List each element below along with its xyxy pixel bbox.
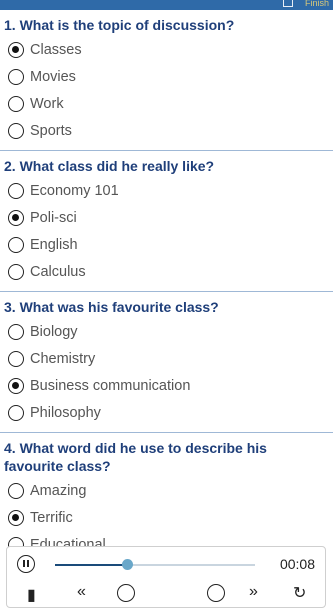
option-label: Biology: [30, 323, 78, 340]
radio-button[interactable]: [8, 209, 24, 226]
option-label: Economy 101: [30, 182, 119, 199]
option-label: Calculus: [30, 263, 86, 280]
audio-player: 00:08 ▮ « » ↻: [6, 546, 326, 608]
option-label: Work: [30, 95, 64, 112]
option-label: Business communication: [30, 377, 191, 394]
rewind-icon[interactable]: «: [77, 583, 86, 601]
answer-option[interactable]: Economy 101: [4, 177, 329, 204]
plus-circle-icon[interactable]: [207, 584, 225, 602]
option-label: Philosophy: [30, 404, 101, 421]
answer-option[interactable]: Amazing: [4, 477, 329, 504]
question-text: 1. What is the topic of discussion?: [4, 17, 235, 33]
quiz-list: 1. What is the topic of discussion? Clas…: [0, 10, 333, 564]
question-text: 3. What was his favourite class?: [4, 299, 219, 315]
repeat-icon[interactable]: ↻: [293, 583, 306, 603]
pause-icon[interactable]: [17, 555, 35, 573]
option-label: Terrific: [30, 509, 73, 526]
option-label: English: [30, 236, 78, 253]
question-4: 4. What word did he use to describe his …: [0, 433, 333, 564]
radio-button[interactable]: [8, 323, 24, 340]
playback-controls: ▮ « » ↻: [7, 583, 325, 607]
finish-button[interactable]: Finish: [305, 0, 329, 8]
radio-button[interactable]: [8, 41, 24, 58]
radio-button[interactable]: [8, 509, 24, 526]
question-text: 4. What word did he use to describe his …: [4, 440, 267, 474]
radio-button[interactable]: [8, 263, 24, 280]
top-app-bar: Finish: [0, 0, 333, 10]
radio-button[interactable]: [8, 404, 24, 421]
radio-button[interactable]: [8, 122, 24, 139]
radio-button[interactable]: [8, 350, 24, 367]
answer-option[interactable]: Movies: [4, 63, 329, 90]
answer-option[interactable]: Classes: [4, 36, 329, 63]
elapsed-time: 00:08: [279, 556, 315, 572]
answer-option[interactable]: Philosophy: [4, 399, 329, 426]
question-3: 3. What was his favourite class? Biology…: [0, 292, 333, 433]
answer-option[interactable]: Poli-sci: [4, 204, 329, 231]
option-label: Chemistry: [30, 350, 96, 367]
option-label: Poli-sci: [30, 209, 77, 226]
radio-button[interactable]: [8, 68, 24, 85]
answer-option[interactable]: Calculus: [4, 258, 329, 285]
answer-option[interactable]: Work: [4, 90, 329, 117]
file-icon[interactable]: ▮: [27, 585, 36, 605]
progress-fill: [55, 564, 127, 566]
radio-button[interactable]: [8, 236, 24, 253]
option-label: Movies: [30, 68, 76, 85]
answer-option[interactable]: Chemistry: [4, 345, 329, 372]
answer-option[interactable]: Biology: [4, 318, 329, 345]
option-label: Sports: [30, 122, 72, 139]
answer-option[interactable]: English: [4, 231, 329, 258]
option-label: Classes: [30, 41, 82, 58]
bookmark-icon[interactable]: [283, 0, 293, 7]
progress-thumb[interactable]: [122, 559, 133, 570]
question-2: 2. What class did he really like? Econom…: [0, 151, 333, 292]
radio-button[interactable]: [8, 377, 24, 394]
answer-option[interactable]: Terrific: [4, 504, 329, 531]
radio-button[interactable]: [8, 95, 24, 112]
minus-circle-icon[interactable]: [117, 584, 135, 602]
radio-button[interactable]: [8, 182, 24, 199]
answer-option[interactable]: Sports: [4, 117, 329, 144]
fast-forward-icon[interactable]: »: [249, 583, 258, 601]
answer-option[interactable]: Business communication: [4, 372, 329, 399]
radio-button[interactable]: [8, 482, 24, 499]
question-1: 1. What is the topic of discussion? Clas…: [0, 10, 333, 151]
option-label: Amazing: [30, 482, 87, 499]
question-text: 2. What class did he really like?: [4, 158, 215, 174]
